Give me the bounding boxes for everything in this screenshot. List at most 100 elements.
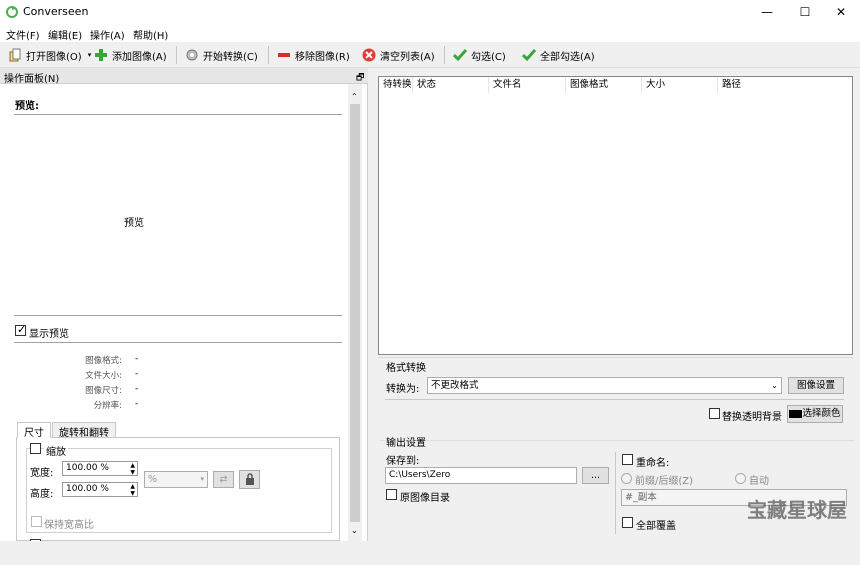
- divider: [14, 315, 342, 316]
- add-images-label: 添加图像(A): [112, 51, 167, 63]
- unit-value: %: [148, 474, 158, 485]
- menu-edit[interactable]: 编辑(E): [48, 27, 82, 42]
- maximize-button[interactable]: ☐: [786, 0, 824, 24]
- divider: [378, 357, 853, 358]
- minus-icon: [278, 53, 290, 57]
- window-title: Converseen: [23, 5, 89, 18]
- swap-button[interactable]: ⇄: [213, 471, 234, 488]
- keep-ratio-label: 保持宽高比: [44, 520, 94, 531]
- auto-radio[interactable]: [735, 473, 746, 484]
- overwrite-all-checkbox[interactable]: [622, 517, 633, 528]
- remove-image-button[interactable]: 移除图像(R): [277, 46, 350, 64]
- col-status[interactable]: 状态: [413, 77, 489, 93]
- info-resolution-value: -: [135, 399, 139, 409]
- file-list[interactable]: 待转换 状态 文件名 图像格式 大小 路径: [378, 76, 853, 355]
- spin-arrows-icon[interactable]: ▲ ▼: [130, 462, 135, 476]
- close-button[interactable]: ✕: [822, 0, 860, 24]
- info-size-label: 文件大小:: [85, 371, 122, 381]
- check-button[interactable]: 勾选(C): [453, 46, 506, 64]
- choose-color-button[interactable]: 选择颜色: [787, 405, 843, 423]
- rename-checkbox[interactable]: [622, 454, 633, 465]
- choose-color-label: 选择颜色: [802, 408, 841, 419]
- overwrite-all-label: 全部覆盖: [636, 521, 676, 532]
- color-swatch: [789, 409, 803, 418]
- convert-to-select[interactable]: 不更改格式 ⌄: [427, 377, 782, 394]
- menu-bar: 文件(F) 编辑(E) 操作(A) 帮助(H): [0, 24, 860, 42]
- info-size-value: -: [135, 369, 139, 379]
- divider: [14, 114, 342, 115]
- toolbar: 打开图像(O) ▾ 添加图像(A) 开始转换(C) 移除图像(R) 清空列表(A…: [0, 42, 860, 68]
- start-convert-button[interactable]: 开始转换(C): [185, 46, 258, 64]
- scroll-up-icon[interactable]: ⌃: [351, 92, 358, 101]
- rename-label: 重命名:: [636, 458, 670, 469]
- image-settings-button[interactable]: 图像设置: [788, 377, 844, 394]
- replace-bg-checkbox[interactable]: [709, 408, 720, 419]
- scale-checkbox[interactable]: [30, 443, 41, 454]
- width-value: 100.00 %: [66, 463, 109, 473]
- minimize-button[interactable]: —: [748, 0, 786, 24]
- menu-operate[interactable]: 操作(A): [90, 27, 125, 42]
- replace-bg-label: 替换透明背景: [722, 412, 782, 423]
- auto-label: 自动: [749, 476, 769, 487]
- prefix-suffix-radio[interactable]: [621, 473, 632, 484]
- menu-file[interactable]: 文件(F): [6, 27, 40, 42]
- add-images-button[interactable]: 添加图像(A): [94, 46, 167, 64]
- col-filename[interactable]: 文件名: [489, 77, 566, 93]
- original-dir-label: 原图像目录: [400, 493, 450, 504]
- menu-help[interactable]: 帮助(H): [133, 27, 168, 42]
- lock-icon: [245, 473, 254, 485]
- plus-icon: [95, 49, 107, 61]
- clear-icon: [362, 48, 376, 62]
- tab-rotate-flip[interactable]: 旋转和翻转: [52, 422, 116, 439]
- swap-icon: ⇄: [219, 474, 228, 485]
- preview-area: 预览: [124, 218, 144, 229]
- info-format-label: 图像格式:: [85, 356, 122, 366]
- browse-button[interactable]: ...: [582, 467, 609, 484]
- checkmark-icon: [522, 49, 536, 62]
- open-images-label: 打开图像(O): [26, 51, 82, 63]
- dropdown-arrow-icon[interactable]: ▾: [88, 51, 92, 59]
- height-spinbox[interactable]: 100.00 % ▲ ▼: [62, 482, 138, 497]
- tab-size[interactable]: 尺寸: [17, 422, 51, 439]
- col-size[interactable]: 大小: [642, 77, 718, 93]
- width-spinbox[interactable]: 100.00 % ▲ ▼: [62, 461, 138, 476]
- spin-arrows-icon[interactable]: ▲ ▼: [130, 483, 135, 497]
- convert-to-label: 转换为:: [386, 384, 420, 395]
- app-icon: [6, 6, 18, 18]
- check-all-button[interactable]: 全部勾选(A): [522, 46, 595, 64]
- width-label: 宽度:: [30, 468, 54, 479]
- format-group-title: 格式转换: [386, 363, 426, 374]
- original-dir-checkbox[interactable]: [386, 489, 397, 500]
- toolbar-separator: [268, 46, 269, 64]
- show-preview-checkbox[interactable]: [15, 323, 26, 336]
- start-convert-label: 开始转换(C): [203, 51, 258, 63]
- col-path[interactable]: 路径: [718, 77, 852, 93]
- prefix-suffix-label: 前缀/后缀(Z): [635, 476, 694, 487]
- divider: [14, 342, 342, 343]
- remove-image-label: 移除图像(R): [295, 51, 350, 63]
- unit-select[interactable]: % ▾: [144, 471, 208, 488]
- check-label: 勾选(C): [471, 51, 506, 63]
- scroll-down-icon[interactable]: ⌄: [351, 526, 358, 535]
- col-pending[interactable]: 待转换: [379, 77, 413, 93]
- chevron-down-icon: ▾: [200, 475, 204, 483]
- checkmark-icon: [453, 49, 467, 62]
- check-all-label: 全部勾选(A): [540, 51, 595, 63]
- lock-ratio-button[interactable]: [239, 470, 260, 489]
- save-to-input[interactable]: C:\Users\Zero: [385, 467, 577, 484]
- clear-list-button[interactable]: 清空列表(A): [362, 46, 435, 64]
- keep-ratio-checkbox[interactable]: [31, 516, 42, 527]
- info-format-value: -: [135, 354, 139, 364]
- open-images-button[interactable]: 打开图像(O) ▾: [8, 46, 91, 64]
- watermark-text: 宝藏星球屋: [747, 498, 847, 522]
- height-label: 高度:: [30, 489, 54, 500]
- col-format[interactable]: 图像格式: [566, 77, 642, 93]
- title-bar: Converseen — ☐ ✕: [0, 0, 860, 24]
- show-preview-label: 显示预览: [29, 329, 69, 340]
- convert-to-value: 不更改格式: [431, 380, 479, 391]
- chevron-down-icon: ⌄: [771, 381, 778, 390]
- height-value: 100.00 %: [66, 484, 109, 494]
- scrollbar-thumb[interactable]: [350, 104, 360, 522]
- status-bar: [0, 541, 860, 565]
- info-dimensions-value: -: [135, 384, 139, 394]
